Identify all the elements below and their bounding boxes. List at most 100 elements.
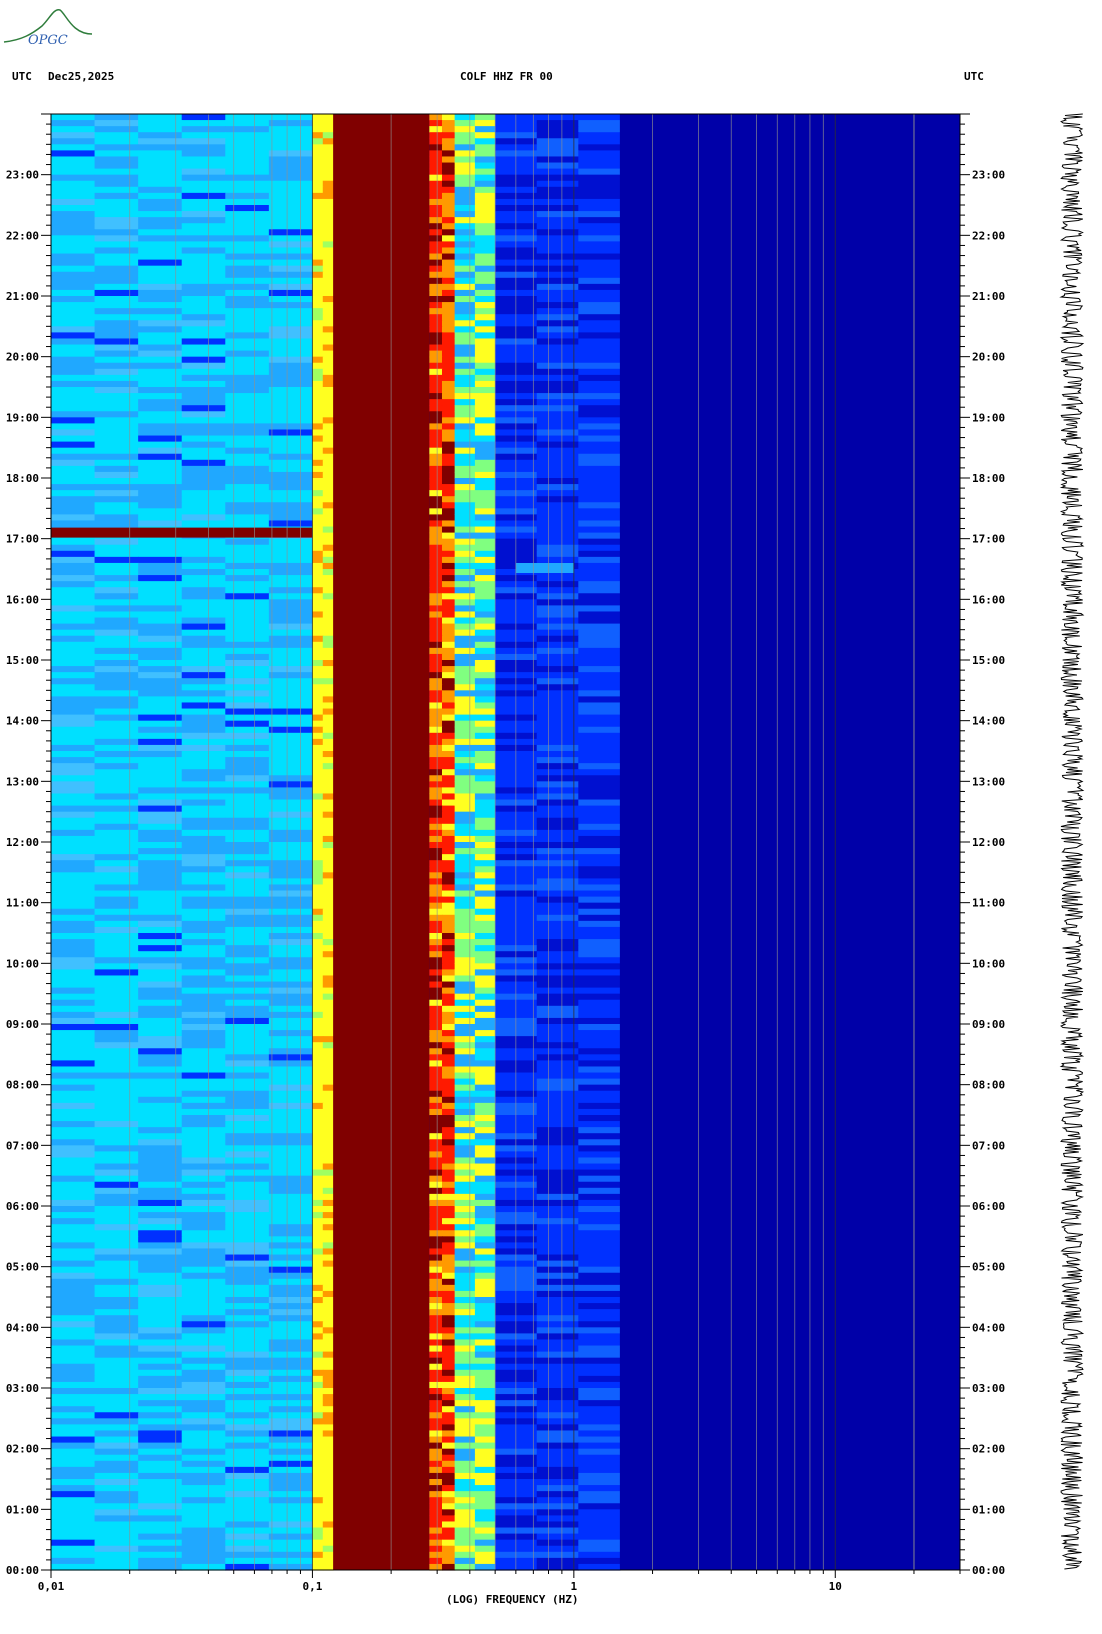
heat-cell (578, 253, 621, 261)
heat-cell (268, 114, 314, 121)
heat-cell (474, 459, 496, 467)
heat-cell (474, 1224, 496, 1231)
heat-cell (454, 951, 476, 958)
y-tick-label-left: 10:00 (6, 957, 39, 970)
heat-cell (441, 1436, 456, 1444)
heat-cell (536, 259, 579, 267)
heat-cell (441, 799, 456, 807)
heat-cell (454, 387, 476, 394)
heat-cell (536, 1236, 579, 1243)
heat-cell (51, 490, 96, 497)
heat-cell (312, 126, 324, 133)
heat-cell (225, 714, 270, 722)
heat-cell (225, 981, 270, 989)
heat-cell (578, 350, 621, 358)
heat-cell (312, 235, 324, 242)
heat-cell (268, 362, 314, 370)
heat-cell (322, 114, 334, 121)
heat-cell (474, 999, 496, 1007)
heat-cell (536, 453, 579, 461)
y-tick-label-right: 01:00 (972, 1503, 1005, 1516)
heat-cell (268, 1521, 314, 1529)
heat-cell (474, 690, 496, 697)
heat-cell (441, 1248, 456, 1256)
heat-cell (441, 653, 456, 661)
heat-cell (536, 751, 579, 758)
heat-cell (536, 641, 579, 649)
heat-cell (225, 1448, 270, 1456)
heat-cell (51, 599, 96, 606)
heat-cell (94, 235, 139, 242)
heat-cell (225, 1145, 270, 1152)
heat-cell (181, 1497, 226, 1504)
heat-cell (225, 1400, 270, 1407)
heat-cell (578, 1175, 621, 1183)
heat-cell (51, 920, 96, 928)
heat-cell (578, 599, 621, 606)
heat-cell (181, 1011, 226, 1019)
heat-cell (322, 951, 334, 958)
heat-cell (441, 963, 456, 970)
heat-cell (312, 1254, 324, 1262)
heat-cell (225, 751, 270, 758)
heat-cell (441, 544, 456, 552)
heat-cell (429, 1254, 443, 1262)
heat-cell (312, 1357, 324, 1365)
heat-cell (94, 471, 139, 479)
heat-cell (429, 429, 443, 437)
heat-cell (454, 338, 476, 346)
heat-cell (181, 126, 226, 133)
heat-cell (312, 1042, 324, 1049)
heat-cell (51, 1139, 96, 1146)
heat-cell (536, 1472, 579, 1480)
heat-cell (429, 1485, 443, 1492)
heat-cell (268, 150, 314, 158)
heat-cell (51, 684, 96, 691)
heat-cell (322, 878, 334, 886)
heat-cell (94, 726, 139, 734)
heat-cell (94, 1005, 139, 1013)
heat-cell (225, 629, 270, 637)
heat-cell (94, 1303, 139, 1310)
heat-cell (51, 241, 96, 249)
heat-cell (454, 908, 476, 916)
heat-cell (181, 423, 226, 431)
heat-cell (441, 1072, 456, 1080)
heat-cell (578, 593, 621, 600)
heat-cell (441, 532, 456, 540)
heat-cell (94, 611, 139, 619)
heat-cell (322, 1163, 334, 1171)
heat-cell (429, 138, 443, 145)
heat-cell (322, 623, 334, 631)
heat-cell (268, 1448, 314, 1456)
heat-cell (474, 799, 496, 807)
heat-cell (474, 1181, 496, 1189)
heat-cell (454, 550, 476, 558)
heat-cell (225, 423, 270, 431)
heat-cell (225, 696, 270, 704)
heat-cell (474, 945, 496, 952)
heat-cell (454, 241, 476, 249)
heat-cell (474, 623, 496, 631)
heat-cell (536, 1260, 579, 1268)
heat-cell (312, 1260, 324, 1268)
heat-cell (441, 1272, 456, 1280)
heat-cell (312, 605, 324, 613)
heat-cell (536, 763, 579, 770)
heat-cell (51, 350, 96, 358)
heat-cell (51, 569, 96, 576)
heat-cell (429, 617, 443, 625)
heat-cell (51, 1545, 96, 1553)
heat-cell (268, 1357, 314, 1365)
heat-cell (51, 302, 96, 309)
heat-cell (536, 1036, 579, 1043)
heat-cell (441, 368, 456, 376)
heat-cell (536, 1005, 579, 1013)
heat-cell (312, 302, 324, 309)
heat-cell (225, 951, 270, 958)
heat-cell (578, 1491, 621, 1498)
heat-cell (51, 1102, 96, 1110)
heat-cell (181, 1521, 226, 1529)
heat-cell (268, 1545, 314, 1553)
heat-cell (429, 459, 443, 467)
